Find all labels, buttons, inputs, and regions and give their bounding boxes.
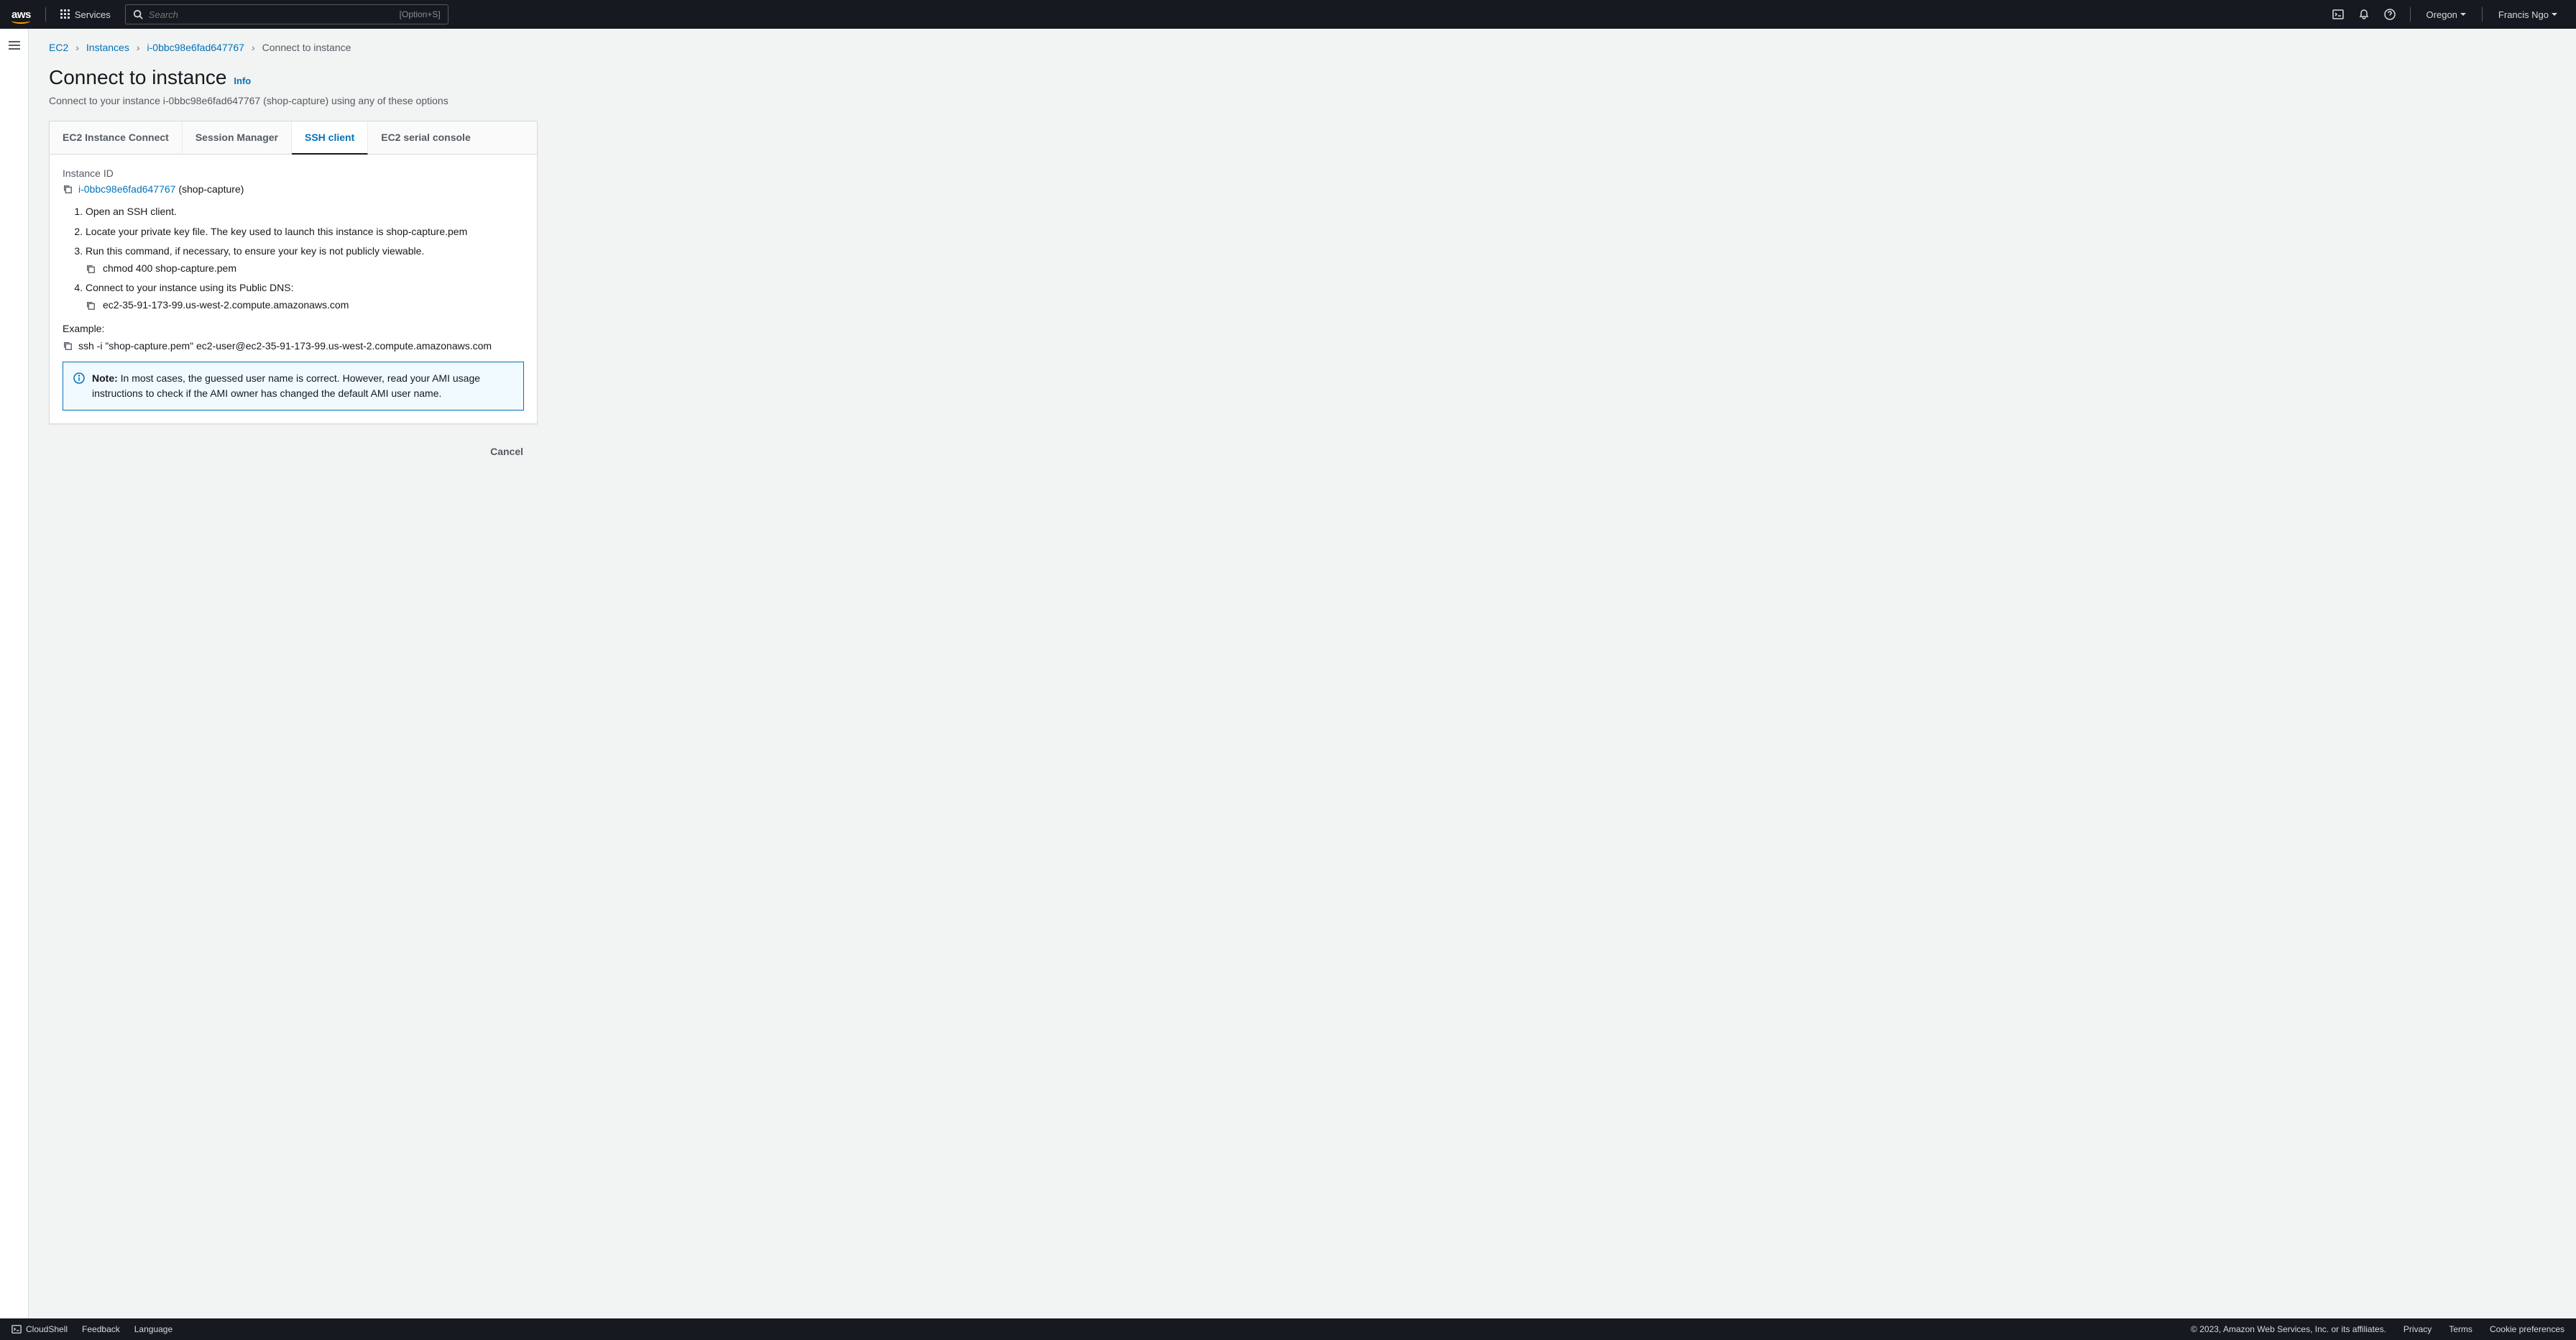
footer-cloudshell[interactable]: CloudShell [12,1324,68,1334]
region-label: Oregon [2426,9,2457,20]
footer-cookie[interactable]: Cookie preferences [2490,1324,2564,1334]
info-link[interactable]: Info [234,75,251,86]
step-4: Connect to your instance using its Publi… [86,281,524,312]
chevron-right-icon: › [137,42,140,53]
services-button[interactable]: Services [60,9,111,20]
footer: CloudShell Feedback Language © 2023, Ama… [0,1318,2576,1340]
divider [2410,7,2411,22]
instance-id-row: i-0bbc98e6fad647767 (shop-capture) [63,183,524,195]
step-1: Open an SSH client. [86,205,524,219]
breadcrumb-instances[interactable]: Instances [86,42,129,53]
example-label: Example: [63,323,524,334]
example-code: ssh -i "shop-capture.pem" ec2-user@ec2-3… [78,340,492,352]
step-3-code: chmod 400 shop-capture.pem [103,262,236,276]
caret-down-icon [2460,13,2466,16]
main-wrap: EC2 › Instances › i-0bbc98e6fad647767 › … [0,29,2576,1318]
breadcrumb-ec2[interactable]: EC2 [49,42,68,53]
step-3: Run this command, if necessary, to ensur… [86,244,524,275]
footer-terms[interactable]: Terms [2449,1324,2472,1334]
cancel-button[interactable]: Cancel [476,441,538,462]
copy-icon[interactable] [63,184,73,194]
content: EC2 › Instances › i-0bbc98e6fad647767 › … [29,29,2576,1318]
help-icon[interactable] [2378,3,2401,26]
caret-down-icon [2552,13,2557,16]
footer-right: © 2023, Amazon Web Services, Inc. or its… [2191,1324,2564,1334]
step-4-code: ec2-35-91-173-99.us-west-2.compute.amazo… [103,298,349,313]
tab-ec2-connect[interactable]: EC2 Instance Connect [50,121,183,154]
tab-ssh-client[interactable]: SSH client [292,121,368,155]
divider [2482,7,2483,22]
search-input[interactable] [149,9,400,20]
grid-icon [60,9,70,19]
actions: Cancel [49,441,538,462]
chevron-right-icon: › [75,42,79,53]
menu-toggle-icon[interactable] [9,39,20,1318]
footer-language[interactable]: Language [134,1324,172,1334]
chevron-right-icon: › [252,42,255,53]
note-text: Note: In most cases, the guessed user na… [92,371,513,401]
copy-icon[interactable] [86,300,96,311]
step-3-text: Run this command, if necessary, to ensur… [86,245,424,257]
breadcrumb: EC2 › Instances › i-0bbc98e6fad647767 › … [49,42,2556,53]
footer-feedback[interactable]: Feedback [82,1324,120,1334]
tab-session-manager[interactable]: Session Manager [183,121,292,154]
instance-id-link[interactable]: i-0bbc98e6fad647767 [78,183,175,195]
topbar-right: Oregon Francis Ngo [2327,3,2564,26]
info-icon [73,372,85,401]
copy-icon[interactable] [63,341,73,351]
topbar-left: aws Services [Option+S] [12,4,448,24]
step-3-code-row: chmod 400 shop-capture.pem [86,262,524,276]
search-icon [133,9,143,19]
copy-icon[interactable] [86,264,96,274]
tabs: EC2 Instance Connect Session Manager SSH… [50,121,537,155]
step-2: Locate your private key file. The key us… [86,225,524,239]
user-label: Francis Ngo [2498,9,2549,20]
divider [45,7,46,22]
instance-id-label: Instance ID [63,168,524,179]
note-prefix: Note: [92,372,121,384]
note-box: Note: In most cases, the guessed user na… [63,362,524,410]
cloudshell-icon [12,1324,22,1334]
page-header: Connect to instance Info Connect to your… [49,66,2556,106]
note-body: In most cases, the guessed user name is … [92,372,480,399]
left-rail [0,29,29,1318]
user-menu[interactable]: Francis Ngo [2491,9,2564,20]
cloudshell-label: CloudShell [26,1324,68,1334]
panel-body: Instance ID i-0bbc98e6fad647767 (shop-ca… [50,155,537,423]
page-subtitle: Connect to your instance i-0bbc98e6fad64… [49,95,2556,106]
search-box[interactable]: [Option+S] [125,4,448,24]
steps-list: Open an SSH client. Locate your private … [63,205,524,313]
breadcrumb-current: Connect to instance [262,42,351,53]
example-row: ssh -i "shop-capture.pem" ec2-user@ec2-3… [63,340,524,352]
region-selector[interactable]: Oregon [2419,9,2473,20]
step-4-code-row: ec2-35-91-173-99.us-west-2.compute.amazo… [86,298,524,313]
breadcrumb-instance-id[interactable]: i-0bbc98e6fad647767 [147,42,244,53]
aws-logo[interactable]: aws [12,9,31,21]
services-label: Services [75,9,111,20]
footer-left: CloudShell Feedback Language [12,1324,172,1334]
cloudshell-icon[interactable] [2327,3,2350,26]
page-title: Connect to instance [49,66,227,88]
topbar: aws Services [Option+S] Oregon [0,0,2576,29]
tab-serial-console[interactable]: EC2 serial console [368,121,484,154]
step-4-text: Connect to your instance using its Publi… [86,282,293,293]
footer-copyright: © 2023, Amazon Web Services, Inc. or its… [2191,1324,2386,1334]
connect-panel: EC2 Instance Connect Session Manager SSH… [49,121,538,424]
instance-name: (shop-capture) [175,183,244,195]
instance-id-value: i-0bbc98e6fad647767 (shop-capture) [78,183,244,195]
footer-privacy[interactable]: Privacy [2404,1324,2432,1334]
search-shortcut: [Option+S] [400,9,441,19]
notifications-icon[interactable] [2352,3,2375,26]
